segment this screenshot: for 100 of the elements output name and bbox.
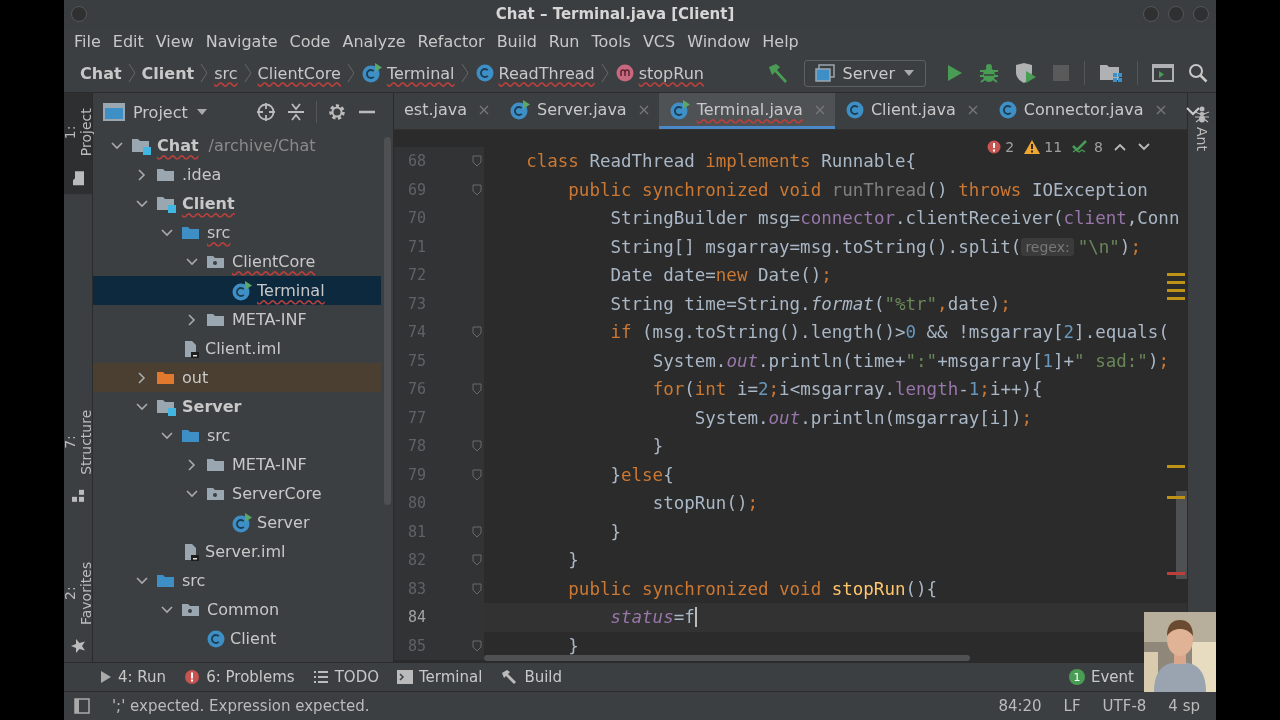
- fold-marker-icon[interactable]: [472, 383, 482, 396]
- tree-item[interactable]: src: [93, 566, 381, 595]
- editor-tab[interactable]: Connector.java: [987, 93, 1176, 129]
- tree-item[interactable]: ClientCore: [93, 247, 381, 276]
- error-count[interactable]: 2: [987, 139, 1015, 155]
- tree-item[interactable]: Client: [93, 624, 381, 653]
- tool-window-tab[interactable]: Ant: [1193, 105, 1211, 151]
- stripe-marker[interactable]: [1167, 281, 1185, 284]
- maximize-button[interactable]: [1167, 5, 1185, 23]
- editor-tab[interactable]: Server.java: [499, 93, 659, 129]
- tree-item[interactable]: out: [93, 363, 381, 392]
- tool-window-button[interactable]: 4: Run: [100, 668, 179, 686]
- fold-marker-icon[interactable]: [472, 554, 482, 567]
- stripe-marker[interactable]: [1167, 289, 1185, 292]
- fold-marker-icon[interactable]: [472, 525, 482, 538]
- tree-item[interactable]: Client: [93, 189, 381, 218]
- run-button[interactable]: [946, 63, 964, 83]
- debug-button[interactable]: [978, 62, 1000, 84]
- warning-count[interactable]: 11: [1024, 139, 1063, 155]
- tree-item[interactable]: ServerCore: [93, 479, 381, 508]
- tree-item[interactable]: Client.iml: [93, 334, 381, 363]
- tool-window-button[interactable]: 6: Problems: [184, 668, 307, 686]
- close-icon[interactable]: [1155, 104, 1166, 115]
- close-icon[interactable]: [967, 104, 978, 115]
- line-separator[interactable]: LF: [1063, 697, 1081, 715]
- menu-item[interactable]: VCS: [636, 31, 682, 51]
- stripe-marker[interactable]: [1167, 465, 1185, 468]
- fold-marker-icon[interactable]: [472, 468, 482, 481]
- menu-item[interactable]: Analyze: [336, 31, 412, 51]
- stripe-marker[interactable]: [1167, 297, 1185, 300]
- menu-item[interactable]: Run: [542, 31, 586, 51]
- window-menu-icon[interactable]: [70, 5, 88, 23]
- close-icon[interactable]: [814, 104, 825, 115]
- menu-item[interactable]: View: [149, 31, 200, 51]
- editor-tab[interactable]: est.java: [394, 93, 500, 129]
- menu-item[interactable]: Navigate: [199, 31, 284, 51]
- fold-marker-icon[interactable]: [472, 639, 482, 652]
- menu-item[interactable]: Build: [490, 31, 543, 51]
- fold-marker-icon[interactable]: [472, 582, 482, 595]
- project-view-dropdown[interactable]: Project: [103, 102, 208, 122]
- fold-marker-icon[interactable]: [472, 440, 482, 453]
- run-with-coverage-button[interactable]: [1014, 62, 1038, 84]
- next-icon[interactable]: [1137, 142, 1151, 152]
- indent-setting[interactable]: 4 sp: [1168, 697, 1200, 715]
- tree-item[interactable]: src: [93, 421, 381, 450]
- tree-item[interactable]: Terminal: [93, 276, 381, 305]
- close-icon[interactable]: [638, 104, 649, 115]
- horizontal-scrollbar[interactable]: [484, 655, 970, 661]
- tree-item[interactable]: META-INF: [93, 450, 381, 479]
- tree-item[interactable]: META-INF: [93, 305, 381, 334]
- breadcrumb[interactable]: stopRun: [612, 63, 706, 83]
- tool-window-button[interactable]: Terminal: [397, 668, 495, 686]
- locate-icon[interactable]: [255, 102, 276, 122]
- caret-position[interactable]: 84:20: [998, 697, 1042, 715]
- settings-icon[interactable]: [326, 102, 347, 122]
- search-button[interactable]: [1188, 63, 1208, 83]
- fold-marker-icon[interactable]: [472, 155, 482, 168]
- menu-item[interactable]: Refactor: [411, 31, 491, 51]
- fold-marker-icon[interactable]: [472, 326, 482, 339]
- breadcrumb[interactable]: Terminal: [358, 63, 457, 83]
- menu-item[interactable]: File: [68, 31, 107, 51]
- breadcrumb[interactable]: ClientCore: [255, 63, 343, 83]
- terminal-button[interactable]: [1152, 63, 1174, 83]
- weak-warning-count[interactable]: 8: [1072, 139, 1103, 155]
- breadcrumb[interactable]: ReadThread: [472, 63, 597, 83]
- tree-item[interactable]: Server: [93, 392, 381, 421]
- collapse-all-icon[interactable]: [285, 102, 306, 122]
- tree-item[interactable]: Common: [93, 595, 381, 624]
- tool-window-tab[interactable]: 1: Project: [64, 93, 92, 195]
- tree-item[interactable]: .idea: [93, 160, 381, 189]
- menu-item[interactable]: Tools: [585, 31, 637, 51]
- tree-item[interactable]: Server.iml: [93, 537, 381, 566]
- breadcrumb[interactable]: Client: [139, 63, 197, 83]
- editor-tab[interactable]: Client.java: [834, 93, 988, 129]
- minimize-button[interactable]: [1142, 5, 1160, 23]
- stripe-marker[interactable]: [1167, 273, 1185, 276]
- stripe-marker[interactable]: [1167, 572, 1185, 575]
- project-structure-button[interactable]: [1099, 63, 1123, 83]
- run-configuration-dropdown[interactable]: Server: [803, 59, 926, 87]
- previous-icon[interactable]: [1113, 142, 1127, 152]
- breadcrumb[interactable]: src: [212, 63, 240, 83]
- stripe-marker[interactable]: [1167, 496, 1185, 499]
- tool-window-button[interactable]: TODO: [312, 668, 391, 686]
- close-icon[interactable]: [479, 104, 490, 115]
- tool-window-button[interactable]: Build: [500, 668, 575, 686]
- tool-window-tab[interactable]: 2: Favorites: [64, 546, 92, 662]
- breadcrumb[interactable]: Chat: [78, 63, 124, 83]
- menu-item[interactable]: Help: [756, 31, 805, 51]
- menu-item[interactable]: Window: [681, 31, 757, 51]
- close-button[interactable]: [1192, 5, 1210, 23]
- tree-item[interactable]: Chat /archive/Chat: [93, 131, 381, 160]
- fold-marker-icon[interactable]: [472, 183, 482, 196]
- menu-item[interactable]: Edit: [106, 31, 150, 51]
- editor-tab[interactable]: Terminal.java: [658, 93, 835, 129]
- tree-item[interactable]: src: [93, 218, 381, 247]
- tool-window-tab[interactable]: 7: Structure: [64, 394, 92, 512]
- scrollbar[interactable]: [1176, 491, 1187, 579]
- tree-item[interactable]: Server: [93, 508, 381, 537]
- menu-item[interactable]: Code: [283, 31, 337, 51]
- file-encoding[interactable]: UTF-8: [1102, 697, 1147, 715]
